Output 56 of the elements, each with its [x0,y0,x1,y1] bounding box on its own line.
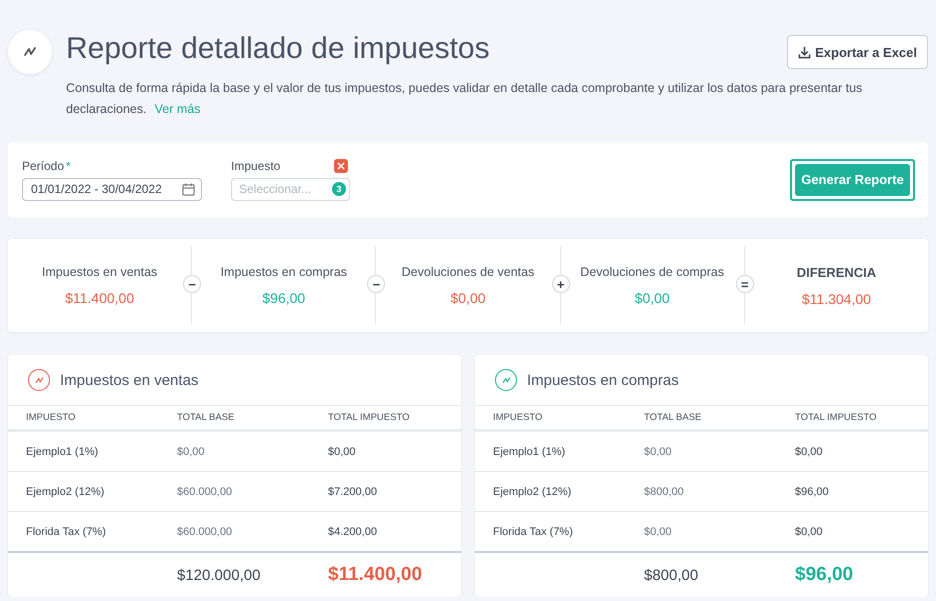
table-cell-text: $0,00 [644,446,673,458]
total-tax: $96,00 [795,564,854,586]
period-field[interactable]: 01/01/2022 - 30/04/2022 [22,178,202,200]
table-cell-text: $0,00 [328,446,357,458]
summary-value: $11.400,00 [65,290,134,306]
operator-sign: − [183,275,202,293]
summary-value: $11.304,00 [802,290,871,306]
table-cell-text: $60.000,00 [177,526,234,538]
page-description: Consulta de forma rápida la base y el valor de tus impuestos, puedes validar en detalle cada comprobante y utilizar los datos para presentar tus declaraciones. Ver más [66,80,864,118]
table-cell-text: $0,00 [177,446,206,458]
summary-label: Devoluciones de compras [580,265,724,279]
table-cell-text: $4.200,00 [328,526,378,538]
column-header: TOTAL BASE [177,412,236,423]
table-cell-text: Ejemplo2 (12%) [26,486,106,498]
summary-label: Impuestos en compras [220,265,348,279]
panel-title: Impuestos en compras [527,372,679,388]
calendar-icon [182,182,195,196]
column-header: IMPUESTO [26,412,76,423]
operator-sign: = [736,275,754,293]
table-cell-text: $0,00 [795,526,824,538]
panel-title: Impuestos en ventas [60,372,198,388]
operator-sign: + [552,275,570,293]
column-header: TOTAL IMPUESTO [328,412,410,423]
table-cell-text: $0,00 [644,526,673,538]
summary-value: $96,00 [262,290,306,306]
table-cell-text: Ejemplo2 (12%) [493,486,572,498]
total-base: $800,00 [644,566,700,584]
table-cell-text: $800,00 [644,486,685,498]
download-icon [798,46,812,58]
period-label: Período [22,158,64,172]
summary-label: DIFERENCIA [796,264,876,280]
operator-sign: − [367,275,386,293]
tax-label: Impuesto [231,158,280,172]
summary-label: Impuestos en ventas [42,265,158,279]
table-cell-text: Ejemplo1 (1%) [493,446,566,458]
page-title: Reporte detallado de impuestos [66,31,491,67]
column-header: TOTAL IMPUESTO [795,412,878,423]
summary-value: $0,00 [450,290,486,306]
total-base: $120.000,00 [177,566,262,584]
summary-value: $0,00 [634,290,670,306]
export-excel-button[interactable]: Exportar a Excel [787,35,928,69]
clear-button[interactable] [334,158,348,172]
column-header: TOTAL BASE [644,412,702,423]
total-tax: $11.400,00 [328,564,424,586]
table-cell-text: $0,00 [795,446,824,458]
table-cell-text: Ejemplo1 (1%) [26,446,100,458]
table-cell-text: Florida Tax (7%) [493,526,574,538]
required-mark: * [66,158,71,172]
table-cell-text: $96,00 [795,486,830,498]
table-cell-text: Florida Tax (7%) [26,526,107,538]
close-icon [337,162,345,170]
table-cell-text: $7.200,00 [328,486,378,498]
table-cell-text: $60.000,00 [177,486,234,498]
summary-label: Devoluciones de ventas [402,265,534,279]
report-icon [8,30,52,74]
column-header: IMPUESTO [493,412,544,423]
